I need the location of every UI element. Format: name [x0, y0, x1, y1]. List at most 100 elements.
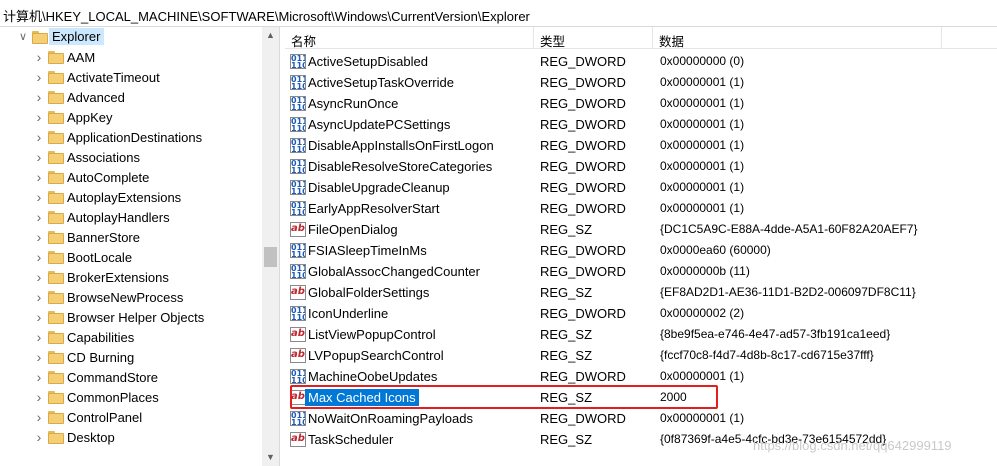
value-type: REG_DWORD: [540, 264, 626, 279]
folder-icon: [48, 151, 64, 164]
value-row[interactable]: 011 110DisableUpgradeCleanup REG_DWORD 0x0…: [285, 177, 997, 198]
folder-icon: [48, 71, 64, 84]
value-row[interactable]: 011 110DisableAppInstallsOnFirstLogon REG…: [285, 135, 997, 156]
chevron-right-icon[interactable]: ›: [34, 90, 44, 104]
chevron-right-icon[interactable]: ›: [34, 190, 44, 204]
chevron-right-icon[interactable]: ›: [34, 70, 44, 84]
string-value-icon: ab: [290, 285, 306, 300]
tree-item[interactable]: › CD Burning: [0, 347, 262, 367]
binary-value-icon: 011 110: [290, 264, 306, 279]
value-row[interactable]: 011 110IconUnderline REG_DWORD 0x00000002 …: [285, 303, 997, 324]
tree-item-label: Advanced: [67, 90, 125, 105]
folder-icon: [48, 111, 64, 124]
value-data: 0x00000001 (1): [660, 138, 745, 152]
tree-item[interactable]: › CommonPlaces: [0, 387, 262, 407]
value-row[interactable]: ab ListViewPopupControl REG_SZ {8be9f5ea-e7…: [285, 324, 997, 345]
scroll-down-icon[interactable]: ▼: [262, 449, 279, 466]
value-row[interactable]: ab GlobalFolderSettings REG_SZ {EF8AD2D1-AE…: [285, 282, 997, 303]
registry-tree: ∨ Explorer › AAM › ActivateTimeout › Advanced › A…: [0, 27, 280, 466]
chevron-right-icon[interactable]: ›: [34, 250, 44, 264]
chevron-right-icon[interactable]: ›: [34, 410, 44, 424]
tree-item[interactable]: › CommandStore: [0, 367, 262, 387]
chevron-right-icon[interactable]: ›: [34, 430, 44, 444]
chevron-right-icon[interactable]: ›: [34, 210, 44, 224]
binary-value-icon: 011 110: [290, 306, 306, 321]
chevron-down-icon[interactable]: ∨: [18, 31, 28, 43]
value-type: REG_DWORD: [540, 243, 626, 258]
scroll-thumb[interactable]: [264, 247, 277, 267]
tree-item-label: AppKey: [67, 110, 113, 125]
value-row[interactable]: 011 110AsyncUpdatePCSettings REG_DWORD 0x0…: [285, 114, 997, 135]
tree-item[interactable]: › AutoComplete: [0, 167, 262, 187]
chevron-right-icon[interactable]: ›: [34, 310, 44, 324]
value-row[interactable]: ab LVPopupSearchControl REG_SZ {fccf70c8-f4…: [285, 345, 997, 366]
watermark: https://blog.csdn.net/qq642999119: [753, 438, 952, 453]
tree-item[interactable]: › BootLocale: [0, 247, 262, 267]
value-name: DisableAppInstallsOnFirstLogon: [308, 138, 494, 153]
tree-item[interactable]: › AutoplayExtensions: [0, 187, 262, 207]
tree-item[interactable]: › ControlPanel: [0, 407, 262, 427]
tree-item[interactable]: › AutoplayHandlers: [0, 207, 262, 227]
tree-item[interactable]: › ActivateTimeout: [0, 67, 262, 87]
value-name: DisableResolveStoreCategories: [308, 159, 493, 174]
tree-item[interactable]: › Browser Helper Objects: [0, 307, 262, 327]
value-name: FSIASleepTimeInMs: [308, 243, 427, 258]
value-data: {EF8AD2D1-AE36-11D1-B2D2-006097DF8C11}: [660, 285, 916, 299]
tree-item[interactable]: › Capabilities: [0, 327, 262, 347]
chevron-right-icon[interactable]: ›: [34, 330, 44, 344]
tree-item[interactable]: › ApplicationDestinations: [0, 127, 262, 147]
tree-item[interactable]: › Desktop: [0, 427, 262, 447]
column-type-header[interactable]: 类型: [534, 27, 653, 49]
chevron-right-icon[interactable]: ›: [34, 110, 44, 124]
tree-item[interactable]: › BrokerExtensions: [0, 267, 262, 287]
value-type: REG_DWORD: [540, 75, 626, 90]
chevron-right-icon[interactable]: ›: [34, 290, 44, 304]
chevron-right-icon[interactable]: ›: [34, 130, 44, 144]
binary-value-icon: 011 110: [290, 54, 306, 69]
column-name-header[interactable]: 名称: [285, 27, 534, 49]
value-row[interactable]: 011 110DisableResolveStoreCategories REG_…: [285, 156, 997, 177]
folder-icon: [48, 211, 64, 224]
tree-item-label: Browser Helper Objects: [67, 310, 205, 325]
chevron-right-icon[interactable]: ›: [34, 170, 44, 184]
scroll-up-icon[interactable]: ▲: [262, 27, 279, 44]
value-row[interactable]: 011 110AsyncRunOnce REG_DWORD 0x00000001 (…: [285, 93, 997, 114]
tree-item[interactable]: › Associations: [0, 147, 262, 167]
tree-scrollbar[interactable]: ▲ ▼: [262, 27, 279, 466]
value-row[interactable]: 011 110EarlyAppResolverStart REG_DWORD 0x0…: [285, 198, 997, 219]
value-row[interactable]: 011 110MachineOobeUpdates REG_DWORD 0x0000…: [285, 366, 997, 387]
column-data-header[interactable]: 数据: [653, 27, 942, 49]
value-name: Max Cached Icons: [305, 389, 419, 406]
binary-value-icon: 011 110: [290, 411, 306, 426]
tree-item-label: AAM: [67, 50, 96, 65]
value-row[interactable]: ab Max Cached Icons REG_SZ 2000: [285, 387, 997, 408]
tree-item[interactable]: › Advanced: [0, 87, 262, 107]
value-name: GlobalAssocChangedCounter: [308, 264, 480, 279]
chevron-right-icon[interactable]: ›: [34, 150, 44, 164]
folder-icon: [48, 291, 64, 304]
chevron-right-icon[interactable]: ›: [34, 390, 44, 404]
value-name: ActiveSetupDisabled: [308, 54, 428, 69]
chevron-right-icon[interactable]: ›: [34, 370, 44, 384]
tree-item[interactable]: › AAM: [0, 47, 262, 67]
value-name: AsyncUpdatePCSettings: [308, 117, 451, 132]
chevron-right-icon[interactable]: ›: [34, 230, 44, 244]
value-row[interactable]: 011 110ActiveSetupDisabled REG_DWORD 0x000…: [285, 51, 997, 72]
binary-value-icon: 011 110: [290, 96, 306, 111]
value-row[interactable]: 011 110GlobalAssocChangedCounter REG_DWOR…: [285, 261, 997, 282]
value-row[interactable]: ab FileOpenDialog REG_SZ {DC1C5A9C-E88A-4dd…: [285, 219, 997, 240]
address-bar[interactable]: 计算机\HKEY_LOCAL_MACHINE\SOFTWARE\Microsof…: [0, 0, 997, 27]
value-row[interactable]: 011 110NoWaitOnRoamingPayloads REG_DWORD 0…: [285, 408, 997, 429]
tree-item-explorer[interactable]: ∨ Explorer: [0, 27, 262, 47]
tree-item[interactable]: › BannerStore: [0, 227, 262, 247]
chevron-right-icon[interactable]: ›: [34, 350, 44, 364]
value-name: FileOpenDialog: [308, 222, 398, 237]
value-type: REG_SZ: [540, 327, 593, 342]
chevron-right-icon[interactable]: ›: [34, 50, 44, 64]
tree-item[interactable]: › BrowseNewProcess: [0, 287, 262, 307]
tree-item[interactable]: › AppKey: [0, 107, 262, 127]
value-row[interactable]: 011 110FSIASleepTimeInMs REG_DWORD 0x0000e…: [285, 240, 997, 261]
chevron-right-icon[interactable]: ›: [34, 270, 44, 284]
value-row[interactable]: 011 110ActiveSetupTaskOverride REG_DWORD 0…: [285, 72, 997, 93]
folder-icon: [48, 51, 64, 64]
